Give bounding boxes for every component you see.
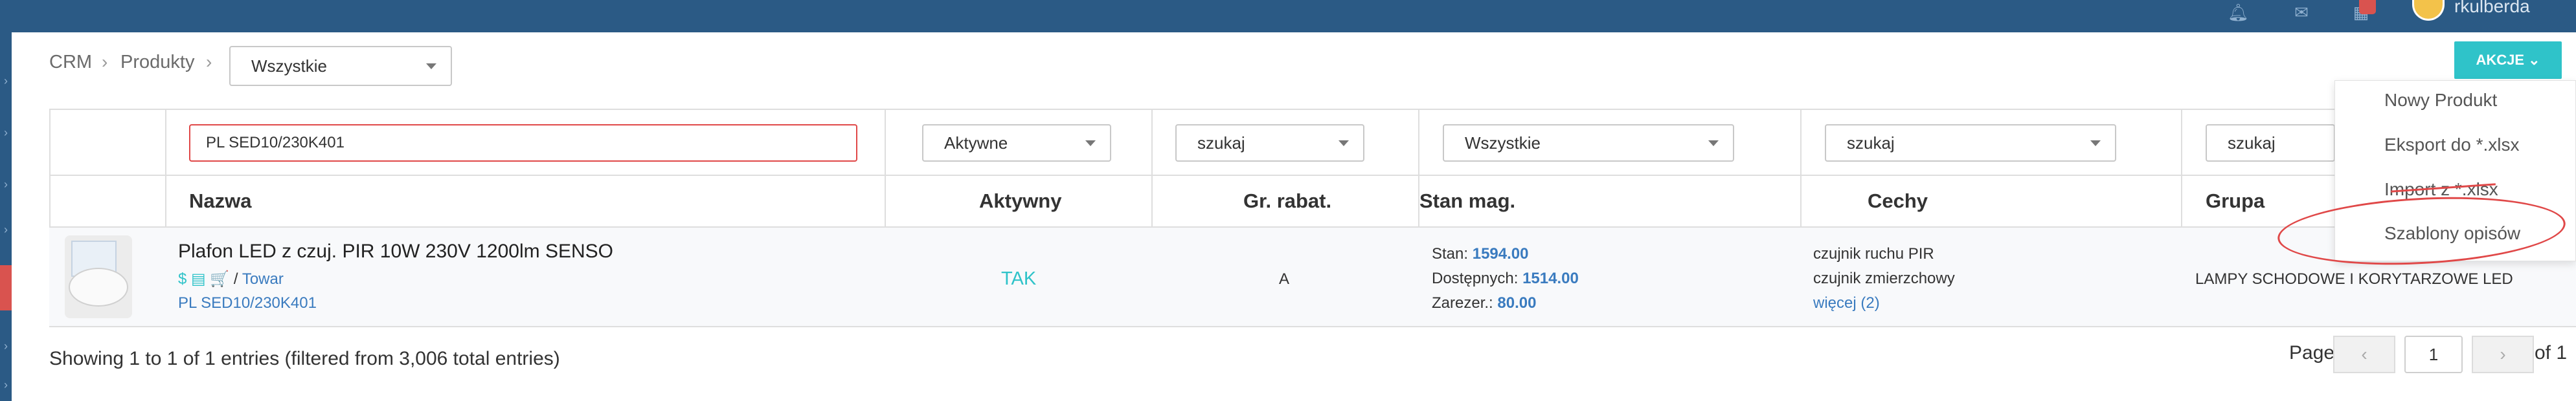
reserved-label: Zarezer.: [1432, 294, 1493, 312]
stock-label: Stan: [1432, 245, 1469, 263]
feature-item: czujnik ruchu PIR [1813, 245, 1934, 263]
stock-filter-select[interactable]: Wszystkie [1443, 124, 1734, 162]
name-search-input[interactable]: PL SED10/230K401 [189, 124, 857, 162]
menu-item-new-product[interactable]: Nowy Produkt [2384, 90, 2497, 111]
product-thumbnail[interactable] [65, 235, 132, 318]
stock-value: 1594.00 [1472, 245, 1529, 263]
chevron-right-icon: › [206, 52, 212, 72]
column-header-stan[interactable]: Stan mag. [1419, 190, 1515, 213]
column-header-grupa[interactable]: Grupa [2206, 190, 2265, 213]
breadcrumb-crm[interactable]: CRM [49, 52, 92, 73]
sidebar-item-active[interactable] [0, 265, 12, 310]
active-filter-value: Aktywne [944, 133, 1008, 153]
active-status: TAK [1001, 268, 1037, 289]
user-name[interactable]: rkulberda [2454, 0, 2530, 17]
product-type-line: $ ▤ 🛒 / Towar [178, 267, 284, 292]
chevron-down-icon [1708, 140, 1719, 146]
table-border [49, 326, 2576, 327]
table-border [49, 109, 2576, 110]
reserved-line: Zarezer.: 80.00 [1432, 291, 1536, 316]
rabat-value: A [1279, 270, 1290, 288]
more-features-link[interactable]: więcej (2) [1813, 291, 1880, 316]
column-header-aktywny[interactable]: Aktywny [979, 190, 1061, 213]
rabat-filter-select[interactable]: szukaj [1175, 124, 1364, 162]
group-filter-value: szukaj [2228, 133, 2276, 153]
category-select-value: Wszystkie [251, 56, 327, 76]
sidebar-icon[interactable]: › [0, 123, 12, 142]
price-icons[interactable]: $ ▤ 🛒 [178, 270, 229, 288]
sidebar-icon[interactable]: › [0, 336, 12, 356]
available-label: Dostępnych: [1432, 270, 1519, 287]
chevron-down-icon [426, 63, 436, 69]
type-separator: / [233, 270, 238, 288]
column-header-cechy[interactable]: Cechy [1868, 190, 1928, 213]
avatar[interactable] [2412, 0, 2445, 21]
mail-icon[interactable]: ✉ [2291, 3, 2312, 22]
top-navbar: 🔔︎ ✉ ▦ rkulberda [0, 0, 2576, 32]
column-header-rabat[interactable]: Gr. rabat. [1243, 190, 1331, 213]
page-label: Page [2289, 342, 2335, 363]
category-select[interactable]: Wszystkie [229, 46, 452, 86]
chevron-down-icon [1339, 140, 1349, 146]
product-name[interactable]: Plafon LED z czuj. PIR 10W 230V 1200lm S… [178, 241, 613, 263]
sidebar: › › › › › › [0, 32, 12, 401]
features-filter-value: szukaj [1847, 133, 1895, 153]
group-filter-select[interactable]: szukaj [2206, 124, 2335, 162]
chevron-down-icon [1085, 140, 1096, 146]
breadcrumb-produkty[interactable]: Produkty [120, 52, 194, 73]
chevron-down-icon [2090, 140, 2101, 146]
product-code[interactable]: PL SED10/230K401 [178, 291, 317, 316]
rabat-filter-value: szukaj [1197, 133, 1245, 153]
available-line: Dostępnych: 1514.00 [1432, 266, 1579, 291]
group-value: LAMPY SCHODOWE I KORYTARZOWE LED [2195, 270, 2513, 288]
page-input[interactable]: 1 [2404, 336, 2463, 373]
column-header-nazwa[interactable]: Nazwa [189, 190, 251, 213]
active-filter-select[interactable]: Aktywne [922, 124, 1111, 162]
chevron-right-icon: › [102, 52, 108, 72]
table-border [49, 175, 2576, 176]
actions-button[interactable]: AKCJE ⌄ [2454, 41, 2562, 79]
stock-line: Stan: 1594.00 [1432, 242, 1528, 266]
sidebar-icon[interactable]: › [0, 175, 12, 194]
next-page-button[interactable]: › [2472, 336, 2534, 373]
product-lamp-image [69, 268, 128, 307]
menu-item-export[interactable]: Eksport do *.xlsx [2384, 135, 2520, 155]
product-type[interactable]: Towar [242, 270, 284, 288]
sidebar-icon[interactable]: › [0, 375, 12, 395]
bell-icon[interactable]: 🔔︎ [2228, 3, 2249, 22]
sidebar-icon[interactable]: › [0, 71, 12, 91]
features-filter-select[interactable]: szukaj [1825, 124, 2116, 162]
notification-badge [2359, 0, 2376, 14]
page-count: of 1 [2535, 342, 2568, 363]
reserved-value: 80.00 [1497, 294, 1537, 312]
entries-info: Showing 1 to 1 of 1 entries (filtered fr… [49, 348, 560, 369]
sidebar-icon[interactable]: › [0, 220, 12, 239]
stock-filter-value: Wszystkie [1465, 133, 1541, 153]
available-value: 1514.00 [1522, 270, 1579, 287]
prev-page-button[interactable]: ‹ [2333, 336, 2395, 373]
feature-item: czujnik zmierzchowy [1813, 270, 1955, 287]
